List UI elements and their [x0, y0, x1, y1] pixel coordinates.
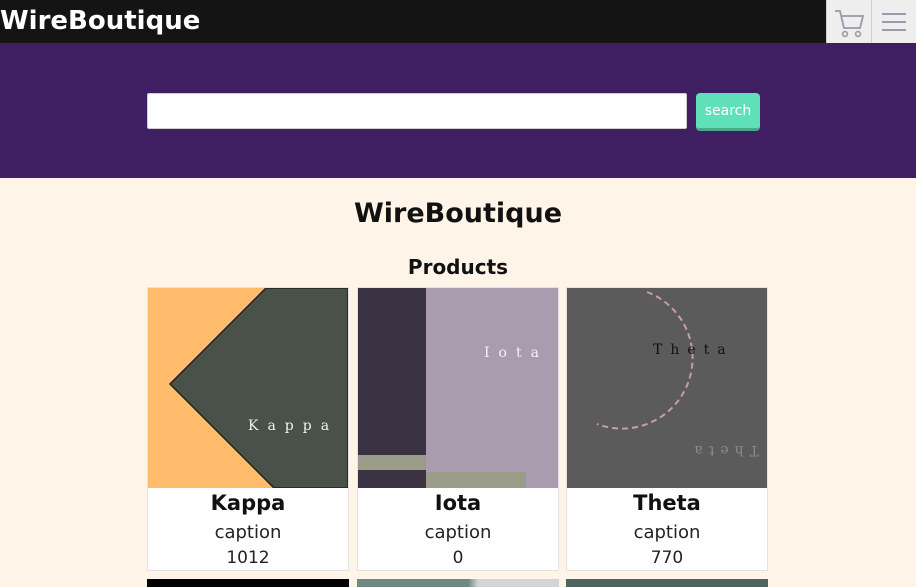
- theta-reflected-text: Theta: [688, 442, 759, 458]
- product-card-peek[interactable]: [566, 579, 768, 587]
- product-image-theta: Theta Theta: [567, 288, 767, 488]
- cart-button[interactable]: [826, 0, 871, 43]
- product-card-iota[interactable]: Iota Iota caption 0: [357, 287, 559, 571]
- product-image-kappa: Kappa: [148, 288, 348, 488]
- product-name: Theta: [633, 491, 701, 515]
- product-card-theta[interactable]: Theta Theta Theta caption 770: [566, 287, 768, 571]
- top-navbar: WireBoutique: [0, 0, 916, 43]
- theta-image-text: Theta: [653, 342, 734, 358]
- product-caption: caption: [633, 522, 701, 543]
- iota-image-text: Iota: [484, 345, 548, 361]
- hamburger-menu-icon: [882, 12, 906, 31]
- menu-button[interactable]: [871, 0, 916, 43]
- product-card-peek[interactable]: [147, 579, 349, 587]
- product-card-kappa[interactable]: Kappa Kappa caption 1012: [147, 287, 349, 571]
- search-button[interactable]: search: [696, 93, 760, 131]
- product-price: 1012: [226, 548, 270, 568]
- product-price: 770: [650, 548, 684, 568]
- cart-icon: [835, 9, 865, 37]
- product-caption: caption: [214, 522, 282, 543]
- product-image-iota: Iota: [358, 288, 558, 488]
- product-name: Iota: [434, 491, 482, 515]
- page-title: WireBoutique: [353, 198, 563, 229]
- section-heading: Products: [407, 255, 509, 279]
- product-name: Kappa: [210, 491, 286, 515]
- product-price: 0: [452, 548, 464, 568]
- brand-logo[interactable]: WireBoutique: [0, 3, 200, 40]
- search-banner: search: [0, 43, 916, 178]
- product-caption: caption: [424, 522, 492, 543]
- kappa-image-text: Kappa: [248, 418, 338, 434]
- search-input[interactable]: [147, 93, 687, 129]
- product-card-peek[interactable]: [357, 579, 559, 587]
